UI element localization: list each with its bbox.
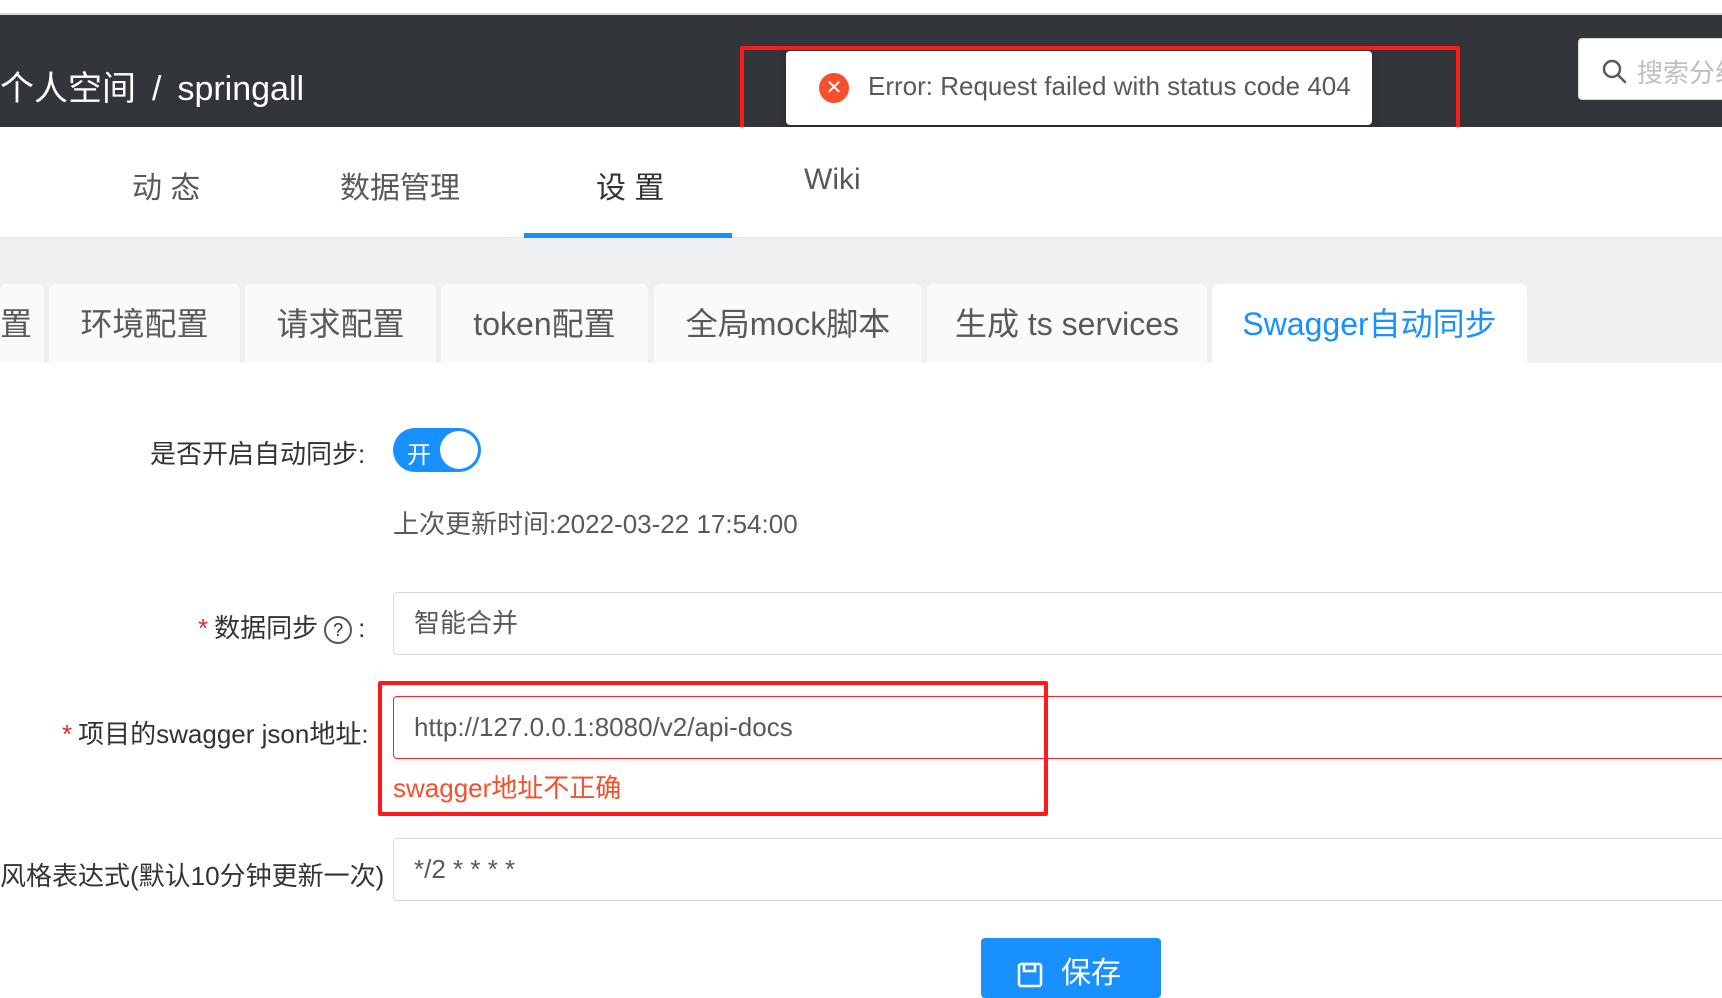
top-gap (0, 0, 1722, 14)
data-sync-label-text: 数据同步 (214, 613, 319, 643)
tab-settings[interactable]: 设 置 (596, 163, 664, 207)
subtab-request[interactable]: 请求配置 (245, 284, 436, 363)
project-nav: 动 态 数据管理 设 置 Wiki (0, 127, 1722, 238)
breadcrumb: 个人空间 / springall (0, 67, 304, 111)
subtab-swagger-sync[interactable]: Swagger自动同步 (1212, 284, 1527, 363)
save-button-label: 保存 (1061, 957, 1121, 990)
label-colon: : (358, 613, 366, 643)
save-icon (1017, 962, 1043, 988)
subtab-global-mock[interactable]: 全局mock脚本 (654, 284, 922, 363)
search-placeholder: 搜索分组 (1637, 58, 1722, 88)
breadcrumb-space[interactable]: 个人空间 (0, 70, 136, 108)
swagger-url-label-text: 项目的swagger json地址: (78, 719, 369, 749)
save-button[interactable]: 保存 (981, 938, 1161, 998)
cron-input[interactable]: */2 * * * * (393, 838, 1722, 901)
tab-wiki[interactable]: Wiki (804, 163, 861, 197)
search-icon (1602, 59, 1627, 84)
question-circle-icon[interactable]: ? (324, 616, 353, 645)
breadcrumb-project[interactable]: springall (177, 70, 304, 108)
last-update-time: 上次更新时间:2022-03-22 17:54:00 (393, 509, 798, 539)
auto-sync-toggle[interactable]: 开 (393, 428, 481, 472)
toggle-text: 开 (407, 442, 431, 469)
subtab-token[interactable]: token配置 (441, 284, 648, 363)
required-mark: * (62, 719, 73, 749)
subtab-environment[interactable]: 环境配置 (49, 284, 240, 363)
tab-activity[interactable]: 动 态 (132, 163, 200, 207)
tab-data-management[interactable]: 数据管理 (340, 163, 460, 207)
cron-label: 风格表达式(默认10分钟更新一次) (0, 861, 385, 891)
data-sync-select[interactable]: 智能合并 (393, 592, 1722, 655)
data-sync-label: * 数据同步?: (198, 608, 365, 645)
subtab-ts-services[interactable]: 生成 ts services (927, 284, 1207, 363)
swagger-url-label: * 项目的swagger json地址: (62, 714, 369, 751)
search-input[interactable]: 搜索分组 (1578, 38, 1722, 100)
toggle-knob (440, 431, 478, 469)
auto-sync-label: 是否开启自动同步: (150, 439, 366, 469)
breadcrumb-separator: / (152, 70, 162, 108)
subtab-partial[interactable]: 置 (0, 284, 44, 363)
required-mark: * (198, 613, 209, 643)
settings-subtabs: 置 环境配置 请求配置 token配置 全局mock脚本 生成 ts servi… (0, 238, 1722, 363)
annotation-box-swagger (378, 681, 1048, 816)
